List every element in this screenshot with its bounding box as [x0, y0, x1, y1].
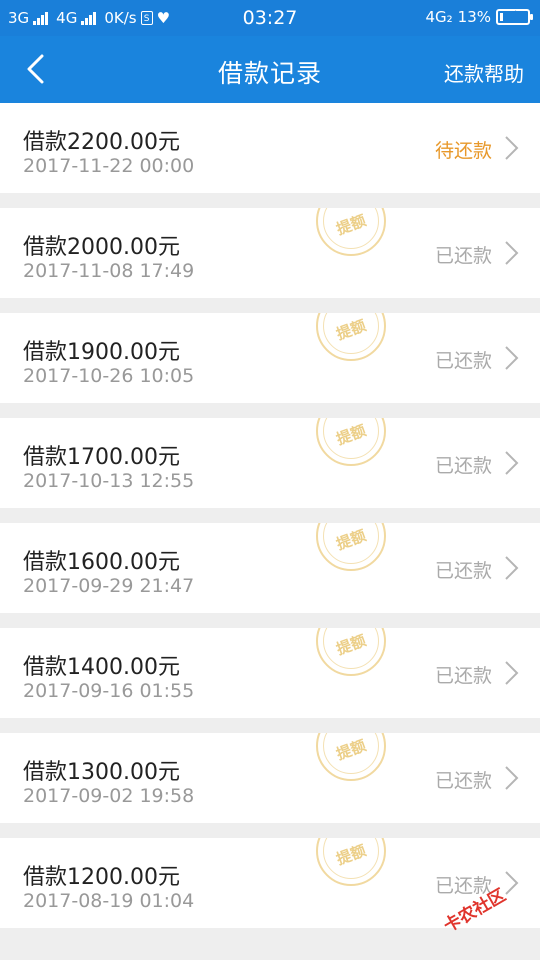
- chevron-right-icon: [505, 661, 519, 685]
- loan-date: 2017-11-08 17:49: [23, 260, 195, 282]
- loan-amount: 借款1400.00元: [23, 655, 180, 680]
- stamp-label: 提额: [333, 631, 369, 659]
- loan-status: 已还款: [434, 770, 492, 792]
- status-right: 4G₂ 13% ⚡: [425, 8, 533, 26]
- charging-icon: ⚡: [508, 8, 518, 22]
- loan-status: 已还款: [434, 455, 492, 477]
- credit-increase-stamp-icon: 提额: [316, 208, 386, 256]
- loan-date: 2017-11-22 00:00: [23, 155, 195, 177]
- chevron-right-icon: [505, 241, 519, 265]
- chevron-right-icon: [505, 451, 519, 475]
- loan-date: 2017-09-16 01:55: [23, 680, 195, 702]
- chevron-right-icon: [505, 346, 519, 370]
- loan-record-row[interactable]: 提额借款2000.00元 2017-11-08 17:49 已还款: [0, 208, 540, 298]
- loan-record-row[interactable]: 提额借款1900.00元 2017-10-26 10:05 已还款: [0, 313, 540, 403]
- nav-bar: 借款记录 还款帮助: [0, 36, 540, 103]
- loan-record-row[interactable]: 提额借款1300.00元 2017-09-02 19:58 已还款: [0, 733, 540, 823]
- credit-increase-stamp-icon: 提额: [316, 628, 386, 676]
- loan-status: 已还款: [434, 245, 492, 267]
- loan-amount: 借款1200.00元: [23, 865, 180, 890]
- loan-amount: 借款1600.00元: [23, 550, 180, 575]
- loan-date: 2017-10-26 10:05: [23, 365, 195, 387]
- loan-record-list: 借款2200.00元 2017-11-22 00:00 待还款 提额 借款2000.00…: [0, 103, 540, 943]
- stamp-label: 提额: [333, 736, 369, 764]
- chevron-right-icon: [505, 766, 519, 790]
- loan-date: 2017-08-19 01:04: [23, 890, 195, 912]
- stamp-label: 提额: [333, 841, 369, 869]
- credit-increase-stamp-icon: 提额: [316, 313, 386, 361]
- loan-date: 2017-09-02 19:58: [23, 785, 195, 807]
- credit-increase-stamp-icon: 提额: [316, 838, 386, 886]
- repayment-help-link[interactable]: 还款帮助: [444, 58, 524, 87]
- loan-status: 已还款: [434, 665, 492, 687]
- stamp-label: 提额: [333, 526, 369, 554]
- battery-percent: 13%: [457, 8, 491, 26]
- battery-icon: ⚡: [496, 8, 533, 25]
- chevron-right-icon: [505, 556, 519, 580]
- loan-date: 2017-10-13 12:55: [23, 470, 195, 492]
- loan-amount: 借款2200.00元: [23, 130, 180, 155]
- loan-status: 已还款: [434, 560, 492, 582]
- loan-amount: 借款1900.00元: [23, 340, 180, 365]
- stamp-label: 提额: [333, 211, 369, 239]
- credit-increase-stamp-icon: 提额: [316, 523, 386, 571]
- loan-amount: 借款2000.00元: [23, 235, 180, 260]
- loan-amount: 借款1300.00元: [23, 760, 180, 785]
- loan-status: 已还款: [434, 350, 492, 372]
- chevron-right-icon: [505, 871, 519, 895]
- loan-record-row[interactable]: 提额借款1700.00元 2017-10-13 12:55 已还款: [0, 418, 540, 508]
- loan-status: 待还款: [434, 140, 492, 162]
- status-bar: 3G 4G 0K/s S ♥ 03:27 4G₂ 13% ⚡: [0, 0, 540, 36]
- network-type-3: 4G₂: [425, 8, 453, 26]
- loan-amount: 借款1700.00元: [23, 445, 180, 470]
- loan-record-row[interactable]: 提额借款1600.00元 2017-09-29 21:47 已还款: [0, 523, 540, 613]
- loan-record-row[interactable]: 提额借款1400.00元 2017-09-16 01:55 已还款: [0, 628, 540, 718]
- credit-increase-stamp-icon: 提额: [316, 733, 386, 781]
- stamp-label: 提额: [333, 316, 369, 344]
- credit-increase-stamp-icon: 提额: [316, 418, 386, 466]
- loan-date: 2017-09-29 21:47: [23, 575, 195, 597]
- chevron-right-icon: [505, 136, 519, 160]
- loan-record-row[interactable]: 借款2200.00元 2017-11-22 00:00 待还款: [0, 103, 540, 193]
- stamp-label: 提额: [333, 421, 369, 449]
